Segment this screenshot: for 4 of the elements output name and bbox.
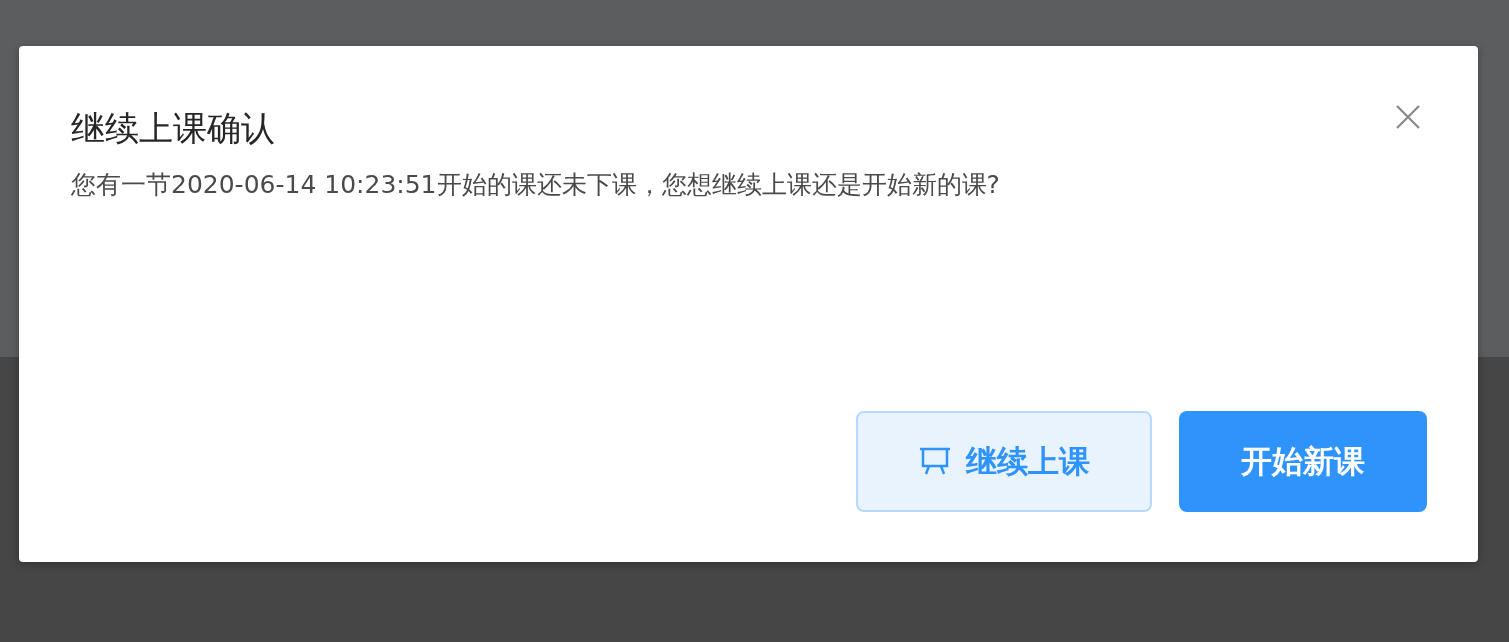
continue-button[interactable]: 继续上课 <box>856 411 1152 512</box>
dialog-message: 您有一节2020-06-14 10:23:51开始的课还未下课，您想继续上课还是开始新的课? <box>71 169 1001 201</box>
dialog-title: 继续上课确认 <box>71 107 275 150</box>
start-new-button[interactable]: 开始新课 <box>1179 411 1427 512</box>
